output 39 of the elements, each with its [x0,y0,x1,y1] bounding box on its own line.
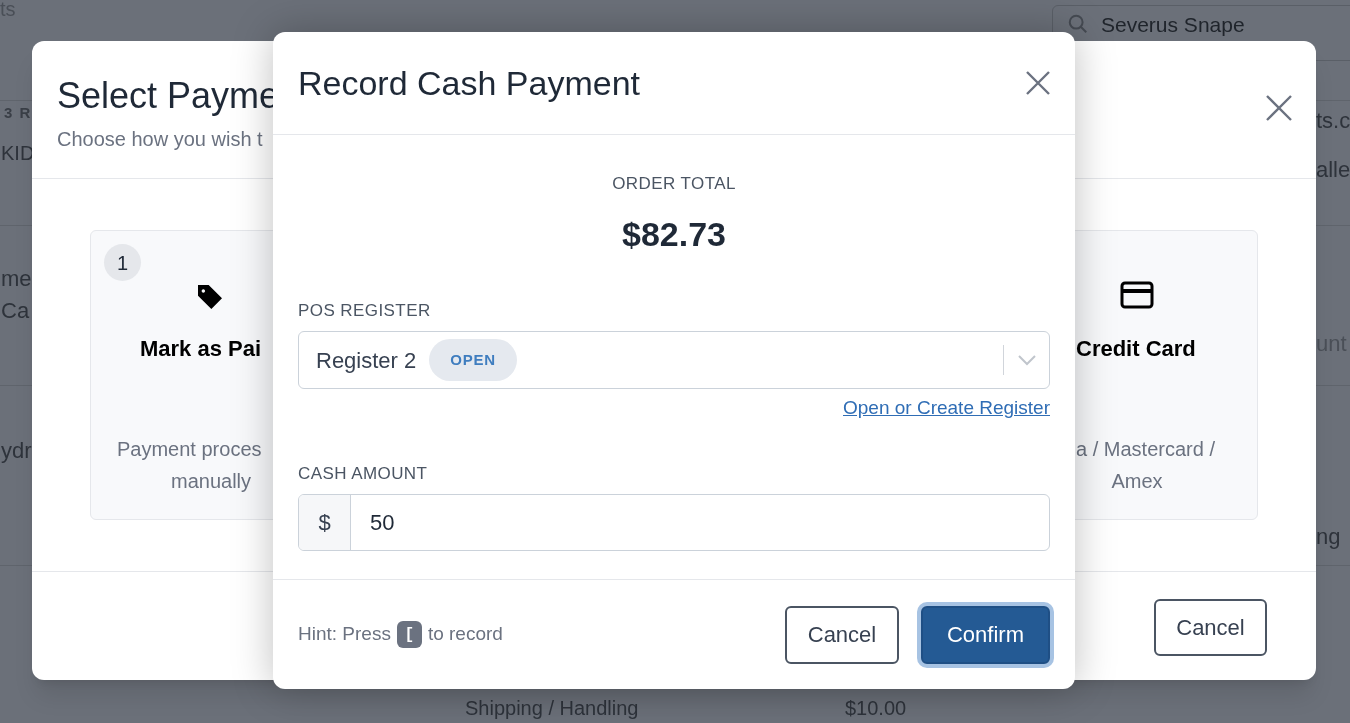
dialog-subtitle: Choose how you wish t [57,127,263,152]
search-text: Severus Snape [1101,13,1245,37]
background-text: ydr [1,437,32,465]
background-text: Ca [1,297,30,325]
option-title: Mark as Pai [140,335,262,363]
dialog-title: Record Cash Payment [298,62,641,104]
register-link[interactable]: Open or Create Register [843,394,1050,423]
cash-amount-field[interactable]: $ 50 [298,494,1050,551]
background-text: ng [1316,523,1341,551]
option-description: a / Mastercard / [1076,437,1215,462]
cancel-button[interactable]: Cancel [785,605,899,664]
option-description: Amex [1111,469,1163,494]
search-icon [1067,13,1089,35]
hint-text: to record [427,622,503,647]
chevron-down-icon [1017,354,1037,366]
background-text: $10.00 [845,697,907,719]
background-text: Shipping / Handling [465,697,639,719]
select-value: Register 2 [316,346,417,375]
field-label: POS REGISTER [298,299,432,322]
credit-card-icon [1120,281,1154,309]
background-text: alle [1316,156,1350,184]
option-title: Credit Card [1076,335,1196,363]
option-description: Payment proces [117,437,262,462]
option-description: manually [171,469,251,494]
close-button[interactable] [1025,70,1051,96]
currency-prefix: $ [299,495,351,550]
order-total-label: ORDER TOTAL [611,173,737,195]
close-button[interactable] [1265,94,1293,122]
order-total: $82.73 [621,213,727,255]
register-select[interactable]: Register 2 OPEN [298,331,1050,389]
cash-amount-input[interactable]: 50 [351,495,1049,550]
keyboard-key: [ [396,621,422,648]
cancel-button[interactable]: Cancel [1154,599,1267,656]
background-text: ts.c [1316,107,1350,135]
hint-text: Hint: Press [298,622,391,647]
background-text: me [1,265,32,293]
dialog-title: Select Payme [57,74,280,118]
status-badge: OPEN [429,339,517,381]
field-label: CASH AMOUNT [298,462,429,485]
